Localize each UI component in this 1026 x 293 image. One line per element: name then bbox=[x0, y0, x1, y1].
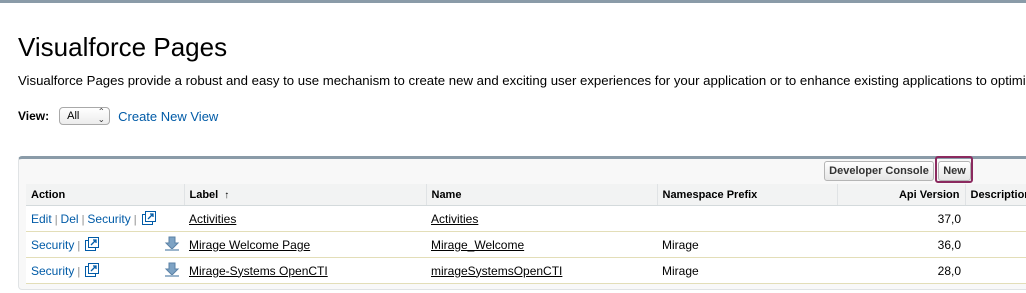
page-title: Visualforce Pages bbox=[18, 32, 228, 62]
cell-name[interactable]: Mirage_Welcome bbox=[426, 231, 657, 258]
cell-label[interactable]: Mirage-Systems OpenCTI bbox=[184, 257, 426, 284]
cell-description bbox=[965, 205, 1026, 232]
open-in-window-icon[interactable] bbox=[141, 211, 156, 225]
cell-description bbox=[965, 231, 1026, 258]
top-border bbox=[0, 0, 1026, 3]
cell-api-version: 28,0 bbox=[837, 257, 965, 284]
page-description: Visualforce Pages provide a robust and e… bbox=[18, 73, 1026, 88]
visualforce-pages-table: Action Label ↑ Name Namespace Prefix Api … bbox=[26, 184, 1026, 284]
edit-link[interactable]: Edit bbox=[31, 212, 52, 226]
view-filter: View: All ⌃ ⌄ Create New View bbox=[18, 107, 218, 125]
row-actions: Security | bbox=[26, 257, 184, 284]
cell-label[interactable]: Mirage Welcome Page bbox=[184, 231, 426, 258]
table-row: Edit | Del | Security | Activities Activities… bbox=[26, 205, 1026, 232]
row-actions: Edit | Del | Security | bbox=[26, 205, 184, 232]
cell-api-version: 37,0 bbox=[837, 205, 965, 232]
cell-namespace bbox=[657, 205, 837, 232]
security-link[interactable]: Security bbox=[31, 264, 74, 278]
managed-package-icon bbox=[164, 236, 180, 252]
row-actions: Security | bbox=[26, 231, 184, 258]
view-select[interactable]: All ⌃ ⌄ bbox=[59, 107, 111, 125]
chevron-updown-icon: ⌃ ⌄ bbox=[98, 107, 106, 124]
view-select-value: All bbox=[67, 110, 80, 122]
open-in-window-icon[interactable] bbox=[85, 263, 100, 277]
table-row: Security | Mirage Welcome Page Mirage_Wel… bbox=[26, 231, 1026, 258]
column-header-action: Action bbox=[26, 184, 184, 206]
open-in-window-icon[interactable] bbox=[85, 237, 100, 251]
column-header-namespace[interactable]: Namespace Prefix bbox=[656, 184, 837, 206]
column-header-label[interactable]: Label ↑ bbox=[183, 184, 426, 206]
cell-description bbox=[965, 257, 1026, 284]
security-link[interactable]: Security bbox=[31, 238, 74, 252]
developer-console-button[interactable]: Developer Console bbox=[824, 161, 934, 181]
view-label: View: bbox=[18, 109, 50, 123]
cell-namespace: Mirage bbox=[657, 257, 837, 284]
column-header-api-version[interactable]: Api Version bbox=[836, 184, 965, 206]
cell-name[interactable]: mirageSystemsOpenCTI bbox=[426, 257, 657, 284]
cell-api-version: 36,0 bbox=[837, 231, 965, 258]
security-link[interactable]: Security bbox=[87, 212, 130, 226]
column-header-name[interactable]: Name bbox=[425, 184, 657, 206]
table-header-row: Action Label ↑ Name Namespace Prefix Api … bbox=[26, 184, 1026, 206]
cell-namespace: Mirage bbox=[657, 231, 837, 258]
sort-ascending-icon: ↑ bbox=[224, 189, 230, 201]
delete-link[interactable]: Del bbox=[61, 212, 79, 226]
new-button-highlight bbox=[935, 156, 973, 183]
managed-package-icon bbox=[164, 262, 180, 278]
column-header-description[interactable]: Description bbox=[964, 184, 1026, 206]
create-new-view-link[interactable]: Create New View bbox=[118, 109, 218, 124]
cell-name[interactable]: Activities bbox=[426, 205, 657, 232]
cell-label[interactable]: Activities bbox=[184, 205, 426, 232]
table-row: Security | Mirage-Systems OpenCTI mirageS… bbox=[26, 257, 1026, 284]
